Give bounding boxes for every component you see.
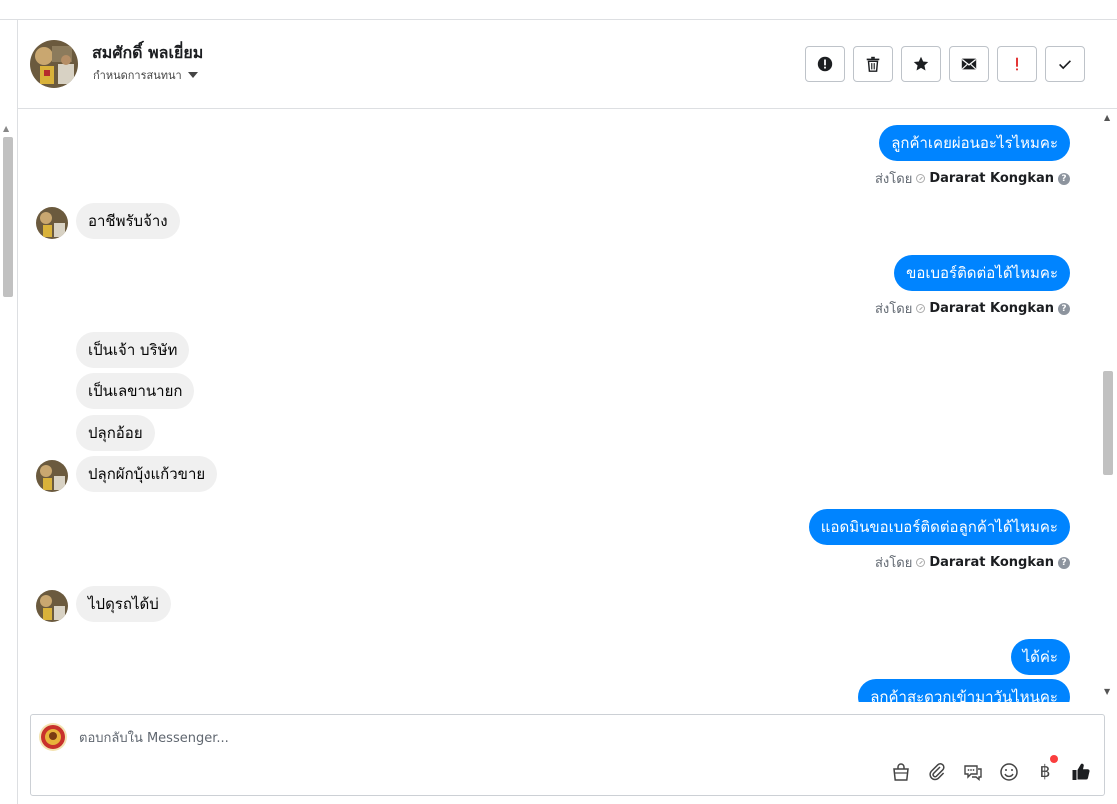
left-scrollbar-thumb[interactable]: [3, 137, 13, 297]
contact-avatar-small[interactable]: [36, 460, 68, 492]
thread-scrollbar-thumb[interactable]: [1103, 371, 1113, 475]
sent-by-agent[interactable]: Dararat Kongkan: [929, 555, 1054, 570]
sent-by-prefix: ส่งโดย: [874, 172, 913, 187]
sent-by-agent[interactable]: Dararat Kongkan: [929, 301, 1054, 316]
paperclip-icon: [929, 763, 945, 781]
message-text: เป็นเลขานายก: [88, 382, 183, 400]
page-badge-icon: [916, 558, 926, 567]
follow-up-button[interactable]: [997, 46, 1037, 82]
message-bubble-incoming: เป็นเจ้า บริษัท: [76, 332, 190, 368]
message-text: ขอเบอร์ติดต่อได้ไหมคะ: [906, 264, 1058, 282]
shop-button[interactable]: [890, 761, 912, 783]
message-bubble-incoming: ปลุกผักบุ้งแก้วขาย: [76, 456, 218, 492]
caret-down-icon: [187, 72, 198, 78]
notification-dot-icon: [1050, 755, 1058, 763]
page-badge-icon: [916, 304, 926, 313]
reply-composer: ฿: [30, 714, 1105, 796]
like-button[interactable]: [1070, 761, 1092, 783]
baht-icon: ฿: [1039, 762, 1051, 782]
message-text: ลูกค้าสะดวกเข้ามาวันไหนคะ: [870, 688, 1058, 702]
message-text: ได้ค่ะ: [1022, 648, 1058, 666]
sent-by-line: ส่งโดย Dararat Kongkan ?: [875, 552, 1070, 573]
message-text: ปลุกผักบุ้งแก้วขาย: [88, 465, 206, 483]
assign-conversation-dropdown[interactable]: กำหนดการสนทนา: [93, 66, 198, 84]
alert-circle-icon: [817, 56, 833, 72]
trash-icon: [866, 56, 880, 72]
delete-button[interactable]: [853, 46, 893, 82]
spam-button[interactable]: [805, 46, 845, 82]
message-bubble-outgoing: แอดมินขอเบอร์ติดต่อลูกค้าได้ไหมคะ: [808, 509, 1070, 545]
reply-input[interactable]: [79, 727, 779, 749]
message-text: ไปดุรถได้บ่: [88, 595, 159, 613]
page-avatar: [39, 723, 67, 751]
smiley-icon: [1000, 763, 1018, 781]
contact-avatar[interactable]: [30, 40, 78, 88]
exclamation-icon: [1016, 57, 1018, 71]
composer-tools: ฿: [890, 755, 1092, 783]
message-bubble-incoming: เป็นเลขานายก: [76, 373, 195, 409]
message-thread: ลูกค้าเคยผ่อนอะไรไหมคะ ส่งโดย Dararat Ko…: [18, 110, 1099, 702]
emoji-button[interactable]: [998, 761, 1020, 783]
payment-button[interactable]: ฿: [1034, 755, 1058, 783]
page-badge-icon: [916, 174, 926, 183]
message-bubble-incoming: ไปดุรถได้บ่: [76, 586, 171, 622]
shopping-bag-icon: [893, 763, 909, 781]
chat-bubbles-icon: [964, 765, 982, 781]
message-text: เป็นเจ้า บริษัท: [88, 341, 178, 359]
assign-label: กำหนดการสนทนา: [93, 69, 182, 82]
attach-button[interactable]: [926, 761, 948, 783]
sent-by-agent[interactable]: Dararat Kongkan: [929, 171, 1054, 186]
message-bubble-outgoing: ขอเบอร์ติดต่อได้ไหมคะ: [894, 255, 1070, 291]
message-text: ปลุกอ้อย: [88, 424, 143, 442]
message-text: แอดมินขอเบอร์ติดต่อลูกค้าได้ไหมคะ: [820, 518, 1058, 536]
scroll-up-arrow-icon[interactable]: ▲: [1104, 113, 1110, 122]
contact-avatar-small[interactable]: [36, 207, 68, 239]
help-icon[interactable]: ?: [1058, 302, 1070, 315]
message-bubble-incoming: ปลุกอ้อย: [76, 415, 155, 451]
envelope-icon: [961, 58, 977, 70]
sent-by-line: ส่งโดย Dararat Kongkan ?: [875, 298, 1070, 319]
message-text: อาชีพรับจ้าง: [88, 212, 168, 230]
saved-replies-button[interactable]: [962, 761, 984, 783]
contact-name: สมศักดิ์ พลเยี่ยม: [92, 43, 204, 62]
message-bubble-incoming: อาชีพรับจ้าง: [76, 203, 180, 239]
mark-unread-button[interactable]: [949, 46, 989, 82]
contact-avatar-small[interactable]: [36, 590, 68, 622]
message-bubble-outgoing: ลูกค้าสะดวกเข้ามาวันไหนคะ: [858, 679, 1070, 702]
message-bubble-outgoing: ลูกค้าเคยผ่อนอะไรไหมคะ: [879, 125, 1070, 161]
check-icon: [1059, 60, 1071, 70]
help-icon[interactable]: ?: [1058, 172, 1070, 185]
top-bar: [0, 0, 1117, 20]
message-text: ลูกค้าเคยผ่อนอะไรไหมคะ: [891, 134, 1058, 152]
thread-scrollbar[interactable]: ▲ ▼: [1099, 110, 1117, 702]
sent-by-line: ส่งโดย Dararat Kongkan ?: [875, 168, 1070, 189]
sent-by-prefix: ส่งโดย: [874, 302, 913, 317]
scroll-up-arrow-icon[interactable]: ▲: [3, 124, 9, 133]
scroll-down-arrow-icon[interactable]: ▼: [1104, 687, 1110, 696]
sent-by-prefix: ส่งโดย: [874, 556, 913, 571]
left-scrollbar[interactable]: ▲: [0, 20, 18, 804]
mark-done-button[interactable]: [1045, 46, 1085, 82]
star-button[interactable]: [901, 46, 941, 82]
header-toolbar: [805, 46, 1085, 82]
message-bubble-outgoing: ได้ค่ะ: [1010, 639, 1070, 675]
thumbs-up-icon: [1072, 763, 1090, 780]
star-icon: [913, 56, 929, 71]
help-icon[interactable]: ?: [1058, 556, 1070, 569]
conversation-header: สมศักดิ์ พลเยี่ยม กำหนดการสนทนา: [18, 20, 1117, 109]
